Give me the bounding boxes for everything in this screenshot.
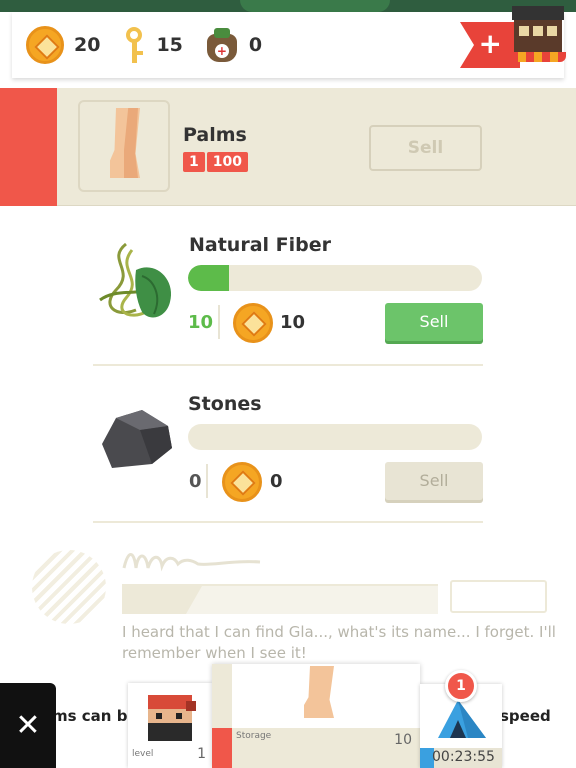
storage-card[interactable]: Storage 10 bbox=[212, 664, 420, 768]
palms-row bbox=[0, 88, 576, 206]
tent-icon bbox=[438, 700, 486, 738]
key-icon bbox=[122, 25, 146, 65]
coin-icon bbox=[26, 26, 64, 64]
quest-progress-bar bbox=[122, 584, 438, 614]
quest-title-scribble bbox=[122, 553, 261, 572]
natural-fiber-name: Natural Fiber bbox=[189, 234, 331, 256]
tip-text-left: ms can be bbox=[52, 707, 138, 725]
timer-text: 00:23:55 bbox=[432, 749, 495, 765]
palms-sell-button[interactable]: Sell bbox=[369, 125, 482, 171]
background-scenery bbox=[0, 0, 576, 12]
stones-price: 0 bbox=[270, 471, 283, 492]
palms-badge-value: 100 bbox=[206, 152, 248, 172]
natural-fiber-progress-bar bbox=[188, 265, 482, 291]
kit-count: 0 bbox=[248, 34, 263, 56]
tip-text-right: speed bbox=[500, 707, 551, 725]
natural-fiber-count: 10 bbox=[188, 312, 214, 333]
quest-placeholder-icon bbox=[32, 550, 106, 624]
notification-badge: 1 bbox=[445, 670, 477, 702]
stones-name: Stones bbox=[188, 393, 262, 415]
stone-icon bbox=[102, 410, 172, 468]
natural-fiber-icon bbox=[99, 242, 172, 318]
palms-badges: 1 100 bbox=[183, 152, 250, 172]
level-label: level bbox=[132, 749, 154, 759]
natural-fiber-sell-button[interactable]: Sell bbox=[385, 303, 483, 341]
row-divider bbox=[93, 364, 483, 366]
palms-thumbnail bbox=[78, 100, 170, 192]
row-divider bbox=[93, 521, 483, 523]
storage-value: 10 bbox=[394, 732, 412, 748]
coin-icon bbox=[222, 462, 262, 502]
close-button[interactable]: ✕ bbox=[0, 683, 56, 768]
count-separator bbox=[218, 305, 220, 339]
coin-icon bbox=[233, 303, 273, 343]
natural-fiber-price: 10 bbox=[280, 312, 306, 333]
resource-bar: 20 15 + 0 + bbox=[12, 6, 566, 78]
level-value: 1 bbox=[197, 746, 206, 762]
quest-action-button[interactable] bbox=[450, 580, 547, 613]
storage-indicator bbox=[212, 728, 232, 768]
palms-badge-count: 1 bbox=[183, 152, 205, 172]
timer-progress-bar: 00:23:55 bbox=[420, 748, 502, 768]
plus-icon[interactable]: + bbox=[479, 30, 502, 58]
coin-count: 20 bbox=[74, 34, 101, 56]
count-separator bbox=[206, 464, 208, 498]
storage-label: Storage bbox=[236, 731, 272, 741]
stones-sell-button[interactable]: Sell bbox=[385, 462, 483, 500]
key-counter: 15 bbox=[122, 25, 183, 65]
stones-progress-bar bbox=[188, 424, 482, 450]
character-avatar-icon bbox=[148, 695, 196, 741]
quest-description: I heard that I can find Gla..., what's i… bbox=[122, 623, 556, 662]
kit-counter: + 0 bbox=[205, 26, 262, 64]
level-card[interactable]: level 1 bbox=[128, 683, 212, 768]
coin-counter: 20 bbox=[26, 26, 100, 64]
natural-fiber-progress-fill bbox=[188, 265, 230, 291]
palms-name: Palms bbox=[183, 124, 247, 146]
key-count: 15 bbox=[156, 34, 183, 56]
shop-icon[interactable] bbox=[510, 6, 566, 72]
stones-count: 0 bbox=[189, 471, 202, 492]
medkit-backpack-icon: + bbox=[205, 26, 239, 64]
selected-indicator bbox=[0, 88, 57, 206]
